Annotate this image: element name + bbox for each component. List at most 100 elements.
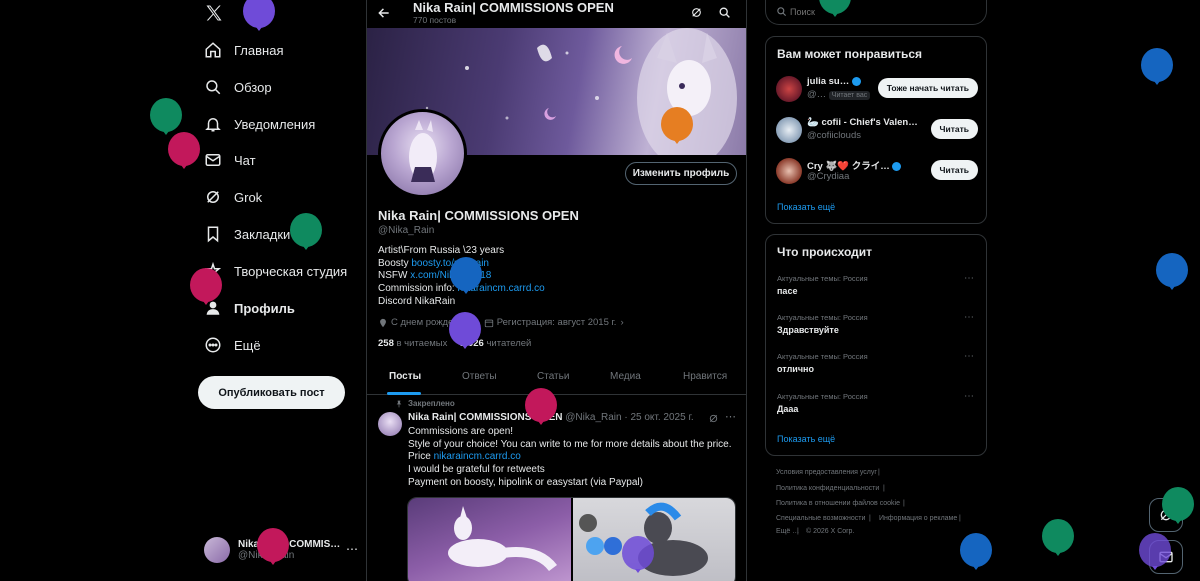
tab-posts[interactable]: Посты [389, 371, 421, 382]
avatar[interactable] [776, 117, 802, 143]
publish-post-button[interactable]: Опубликовать пост [198, 376, 345, 409]
grok-icon[interactable] [708, 413, 719, 424]
footer-link[interactable]: Информация о рекламе [879, 515, 957, 522]
profile-name: Nika Rain| COMMISSIONS OPEN [378, 208, 579, 223]
active-tab-indicator [387, 392, 421, 395]
balloon-icon [1042, 519, 1074, 556]
bookmark-icon [204, 225, 222, 243]
suggestion-item[interactable]: 🦢 cofii - Chief's Valen… @cofiiclouds Чи… [776, 115, 978, 145]
bio-nsfw-label: NSFW [378, 270, 411, 281]
balloon-icon [960, 533, 992, 570]
grok-icon[interactable] [690, 6, 703, 19]
media-image-1[interactable] [408, 498, 571, 581]
post-text-line: Style of your choice! You can write to m… [408, 439, 732, 450]
profile-avatar[interactable] [378, 109, 467, 198]
post-text-line: Payment on boosty, hipolink or easystart… [408, 477, 643, 488]
post-text-line: Commissions are open! [408, 426, 514, 437]
tab-likes[interactable]: Нравится [683, 371, 727, 382]
suggestion-handle: @cofiiclouds [807, 130, 861, 141]
x-logo-icon[interactable] [204, 3, 224, 23]
suggestion-name: julia su… [807, 76, 861, 87]
trend-name[interactable]: пасе [777, 286, 797, 296]
balloon-icon [449, 312, 481, 349]
nav-home[interactable]: Главная [204, 37, 283, 63]
nav-creator-studio-label: Творческая студия [234, 263, 348, 279]
trend-more-icon[interactable]: ⋯ [964, 351, 974, 362]
back-arrow-icon[interactable] [377, 6, 391, 20]
grok-icon [204, 188, 222, 206]
tab-replies[interactable]: Ответы [462, 371, 497, 382]
search-box[interactable] [765, 0, 987, 25]
suggestion-name-text: julia su… [807, 76, 850, 87]
post-price-link[interactable]: nikaraincm.carrd.co [434, 451, 521, 462]
balloon-icon [1156, 253, 1188, 290]
nav-grok[interactable]: Grok [204, 184, 262, 210]
trend-name[interactable]: Дааа [777, 404, 798, 414]
home-icon [204, 41, 222, 59]
joined-date: Регистрация: август 2015 г. [496, 317, 617, 328]
edit-profile-button[interactable]: Изменить профиль [625, 162, 737, 185]
nav-bookmarks-label: Закладки [234, 226, 291, 242]
follow-button[interactable]: Читать [930, 160, 978, 180]
search-icon [776, 6, 787, 17]
footer-link[interactable]: Политика конфиденциальности [776, 485, 879, 492]
balloon-icon [243, 0, 275, 31]
footer-separator: | [903, 500, 905, 507]
nav-home-label: Главная [234, 42, 284, 58]
nav-bookmarks[interactable]: Закладки [204, 221, 290, 247]
more-dots-icon[interactable]: ⋯ [346, 542, 358, 556]
following-link[interactable]: 258 в читаемых [378, 338, 447, 349]
trend-more-icon[interactable]: ⋯ [964, 312, 974, 323]
account-avatar [204, 537, 230, 563]
show-more-link[interactable]: Показать ещё [777, 434, 835, 444]
footer-link[interactable]: Условия предоставления услуг [776, 469, 877, 476]
post-price-label: Price [408, 451, 434, 462]
follow-button[interactable]: Читать [930, 119, 978, 139]
trend-category: Актуальные темы: Россия [777, 352, 868, 361]
footer-separator: | [959, 515, 961, 522]
balloon-icon [257, 528, 289, 565]
search-icon[interactable] [718, 6, 731, 19]
trend-name[interactable]: Здравствуйте [777, 325, 839, 335]
footer-link[interactable]: Политика в отношении файлов cookie [776, 500, 900, 507]
verified-badge-icon [892, 161, 902, 171]
who-to-follow-title: Вам может понравиться [777, 47, 923, 61]
show-more-link[interactable]: Показать ещё [777, 202, 835, 212]
trend-name[interactable]: отлично [777, 364, 814, 374]
trend-more-icon[interactable]: ⋯ [964, 273, 974, 284]
bio-boosty-label: Boosty [378, 258, 412, 269]
follows-you-badge: Читает вас [828, 91, 871, 100]
profile-column: Nika Rain| COMMISSIONS OPEN 770 постов И… [366, 0, 747, 581]
balloon-icon [1162, 487, 1194, 524]
nav-creator-studio[interactable]: Творческая студия [204, 258, 347, 284]
chevron-right-icon[interactable]: › [620, 317, 623, 328]
tab-articles[interactable]: Статьи [537, 371, 569, 382]
suggestion-item[interactable]: Cry 🐺❤️ クライ… @Crydiaa Читать [776, 156, 978, 186]
post-author-avatar[interactable] [378, 412, 402, 436]
balloon-icon [1141, 48, 1173, 85]
footer-copyright: © 2026 X Corp. [806, 528, 855, 535]
balloon-icon [1139, 533, 1171, 570]
footer-link[interactable]: Специальные возможности [776, 515, 865, 522]
trend-category: Актуальные темы: Россия [777, 313, 868, 322]
nav-chat[interactable]: Чат [204, 147, 256, 173]
follow-back-button[interactable]: Тоже начать читать [877, 78, 978, 98]
post-media[interactable] [407, 497, 736, 581]
followers-label: читателей [486, 338, 532, 349]
nav-notifications[interactable]: Уведомления [204, 111, 315, 137]
profile-handle: @Nika_Rain [378, 225, 435, 236]
nav-explore[interactable]: Обзор [204, 74, 272, 100]
balloon-icon [525, 388, 557, 425]
header-post-count: 770 постов [413, 15, 457, 25]
footer-link[interactable]: Ещё … [776, 528, 799, 535]
post-price-line: Price nikaraincm.carrd.co [408, 451, 521, 462]
avatar[interactable] [776, 158, 802, 184]
trend-more-icon[interactable]: ⋯ [964, 391, 974, 402]
who-to-follow-card: Вам может понравиться julia su… @… Читае… [765, 36, 987, 224]
suggestion-item[interactable]: julia su… @… Читает вас Тоже начать чита… [776, 74, 978, 104]
post-more-icon[interactable]: ⋯ [725, 410, 736, 423]
bell-icon [204, 115, 222, 133]
nav-more[interactable]: Ещё [204, 332, 261, 358]
tab-media[interactable]: Медиа [610, 371, 641, 382]
avatar[interactable] [776, 76, 802, 102]
